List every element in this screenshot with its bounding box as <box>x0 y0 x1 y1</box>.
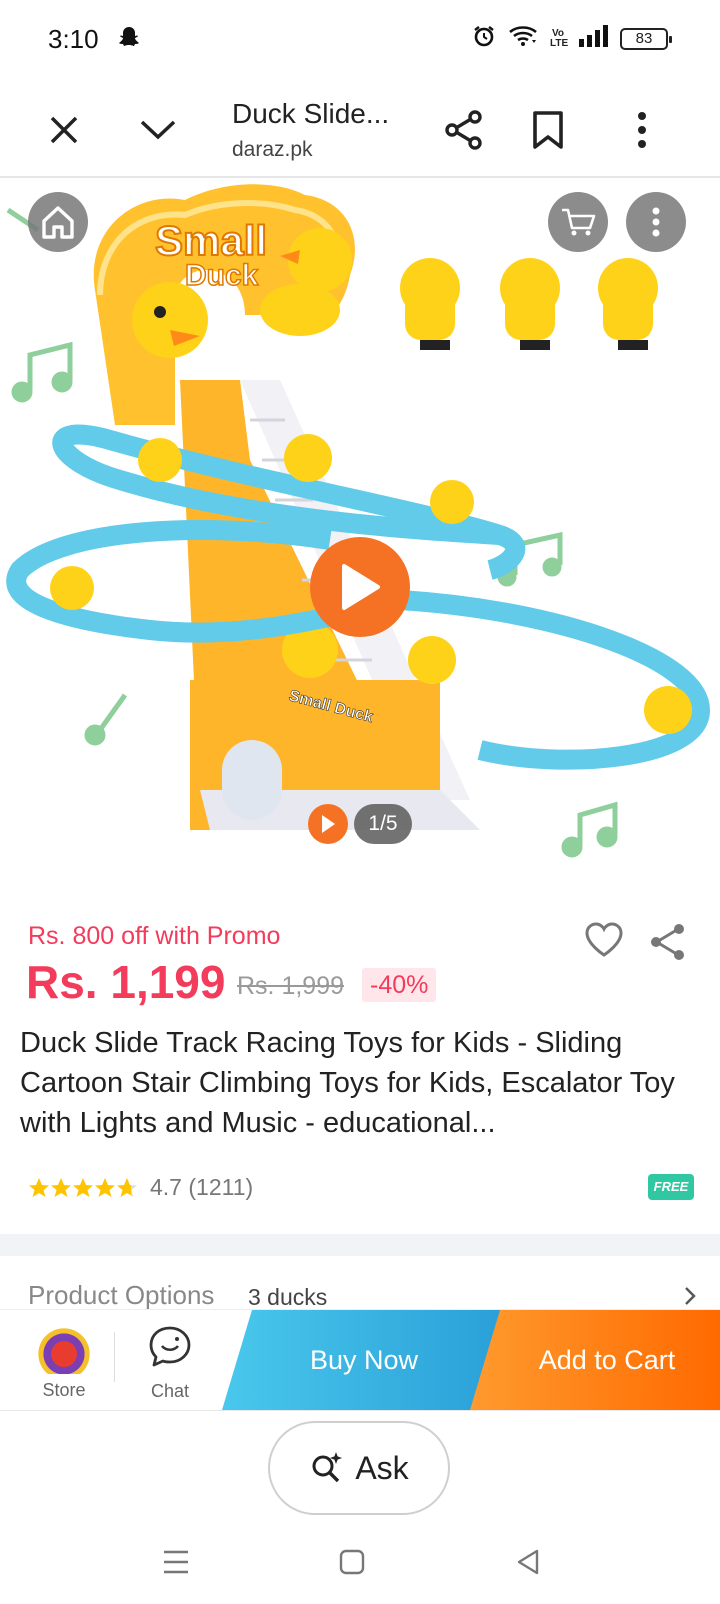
play-video-button[interactable] <box>310 537 410 637</box>
browser-toolbar: Duck Slide... daraz.pk <box>0 82 720 178</box>
add-to-cart-button[interactable]: Add to Cart <box>470 1310 720 1410</box>
store-label: Store <box>42 1380 86 1400</box>
volte-indicator: Vo LTE <box>550 27 569 49</box>
product-image-gallery[interactable]: Small Duck Small Duck 1/5 <box>0 180 720 896</box>
image-counter: 1/5 <box>354 804 412 844</box>
free-delivery-badge: FREE <box>648 1174 694 1200</box>
product-options-value: 3 ducks <box>248 1284 328 1310</box>
ask-search-sparkle-icon <box>312 1452 343 1483</box>
product-options-label: Product Options <box>28 1280 215 1310</box>
chevron-down-icon[interactable] <box>126 98 190 162</box>
action-divider <box>114 1332 115 1382</box>
rating-text: 4.7 (1211) <box>150 1174 254 1200</box>
back-icon[interactable] <box>508 1542 548 1582</box>
product-title: Duck Slide Track Racing Toys for Kids - … <box>20 1027 675 1139</box>
video-indicator-icon[interactable] <box>308 804 348 844</box>
status-time: 3:10 <box>48 24 99 54</box>
store-button[interactable]: Store <box>28 1324 100 1401</box>
bottom-action-bar: Store Chat Buy Now Add to Cart <box>0 1310 720 1410</box>
snapchat-ghost-icon <box>118 26 140 55</box>
ask-label: Ask <box>355 1449 409 1486</box>
promo-text[interactable]: Rs. 800 off with Promo <box>28 922 280 951</box>
section-divider <box>0 1234 720 1256</box>
close-icon[interactable] <box>32 98 96 162</box>
sign-text-duck: Duck <box>185 259 259 292</box>
heart-icon[interactable] <box>584 922 624 963</box>
original-price: Rs. 1,999 <box>237 972 345 1000</box>
ask-area: Ask <box>0 1410 720 1520</box>
chevron-right-icon <box>684 1286 696 1311</box>
store-logo <box>34 1324 94 1374</box>
page-url[interactable]: daraz.pk <box>232 138 313 162</box>
system-nav-bar <box>0 1520 720 1604</box>
rating[interactable]: 4.7 (1211) <box>28 1174 253 1201</box>
chat-button[interactable]: Chat <box>134 1324 206 1402</box>
current-price: Rs. 1,199 <box>26 956 226 1008</box>
ask-button[interactable]: Ask <box>268 1421 450 1515</box>
home-nav-icon[interactable] <box>332 1542 372 1582</box>
alarm-icon <box>472 24 496 53</box>
product-share-icon[interactable] <box>648 922 688 967</box>
status-bar: 3:10 Vo LTE 83 <box>0 0 720 82</box>
chat-label: Chat <box>150 1381 190 1401</box>
cart-icon[interactable] <box>548 192 608 252</box>
bookmark-icon[interactable] <box>516 98 580 162</box>
home-icon[interactable] <box>28 192 88 252</box>
wifi-icon <box>508 24 538 53</box>
gallery-more-icon[interactable] <box>626 192 686 252</box>
menu-icon[interactable] <box>156 1542 196 1582</box>
page-title: Duck Slide... <box>232 98 390 129</box>
rating-stars-icon <box>29 1177 137 1197</box>
share-icon[interactable] <box>432 98 496 162</box>
battery-icon: 83 <box>620 27 672 50</box>
more-vert-icon[interactable] <box>610 98 674 162</box>
buy-now-button[interactable]: Buy Now <box>222 1310 506 1410</box>
discount-badge: -40% <box>362 968 437 1002</box>
signal-icon <box>578 25 608 52</box>
sign-text-small: Small <box>155 217 267 264</box>
chat-icon <box>149 1326 191 1367</box>
